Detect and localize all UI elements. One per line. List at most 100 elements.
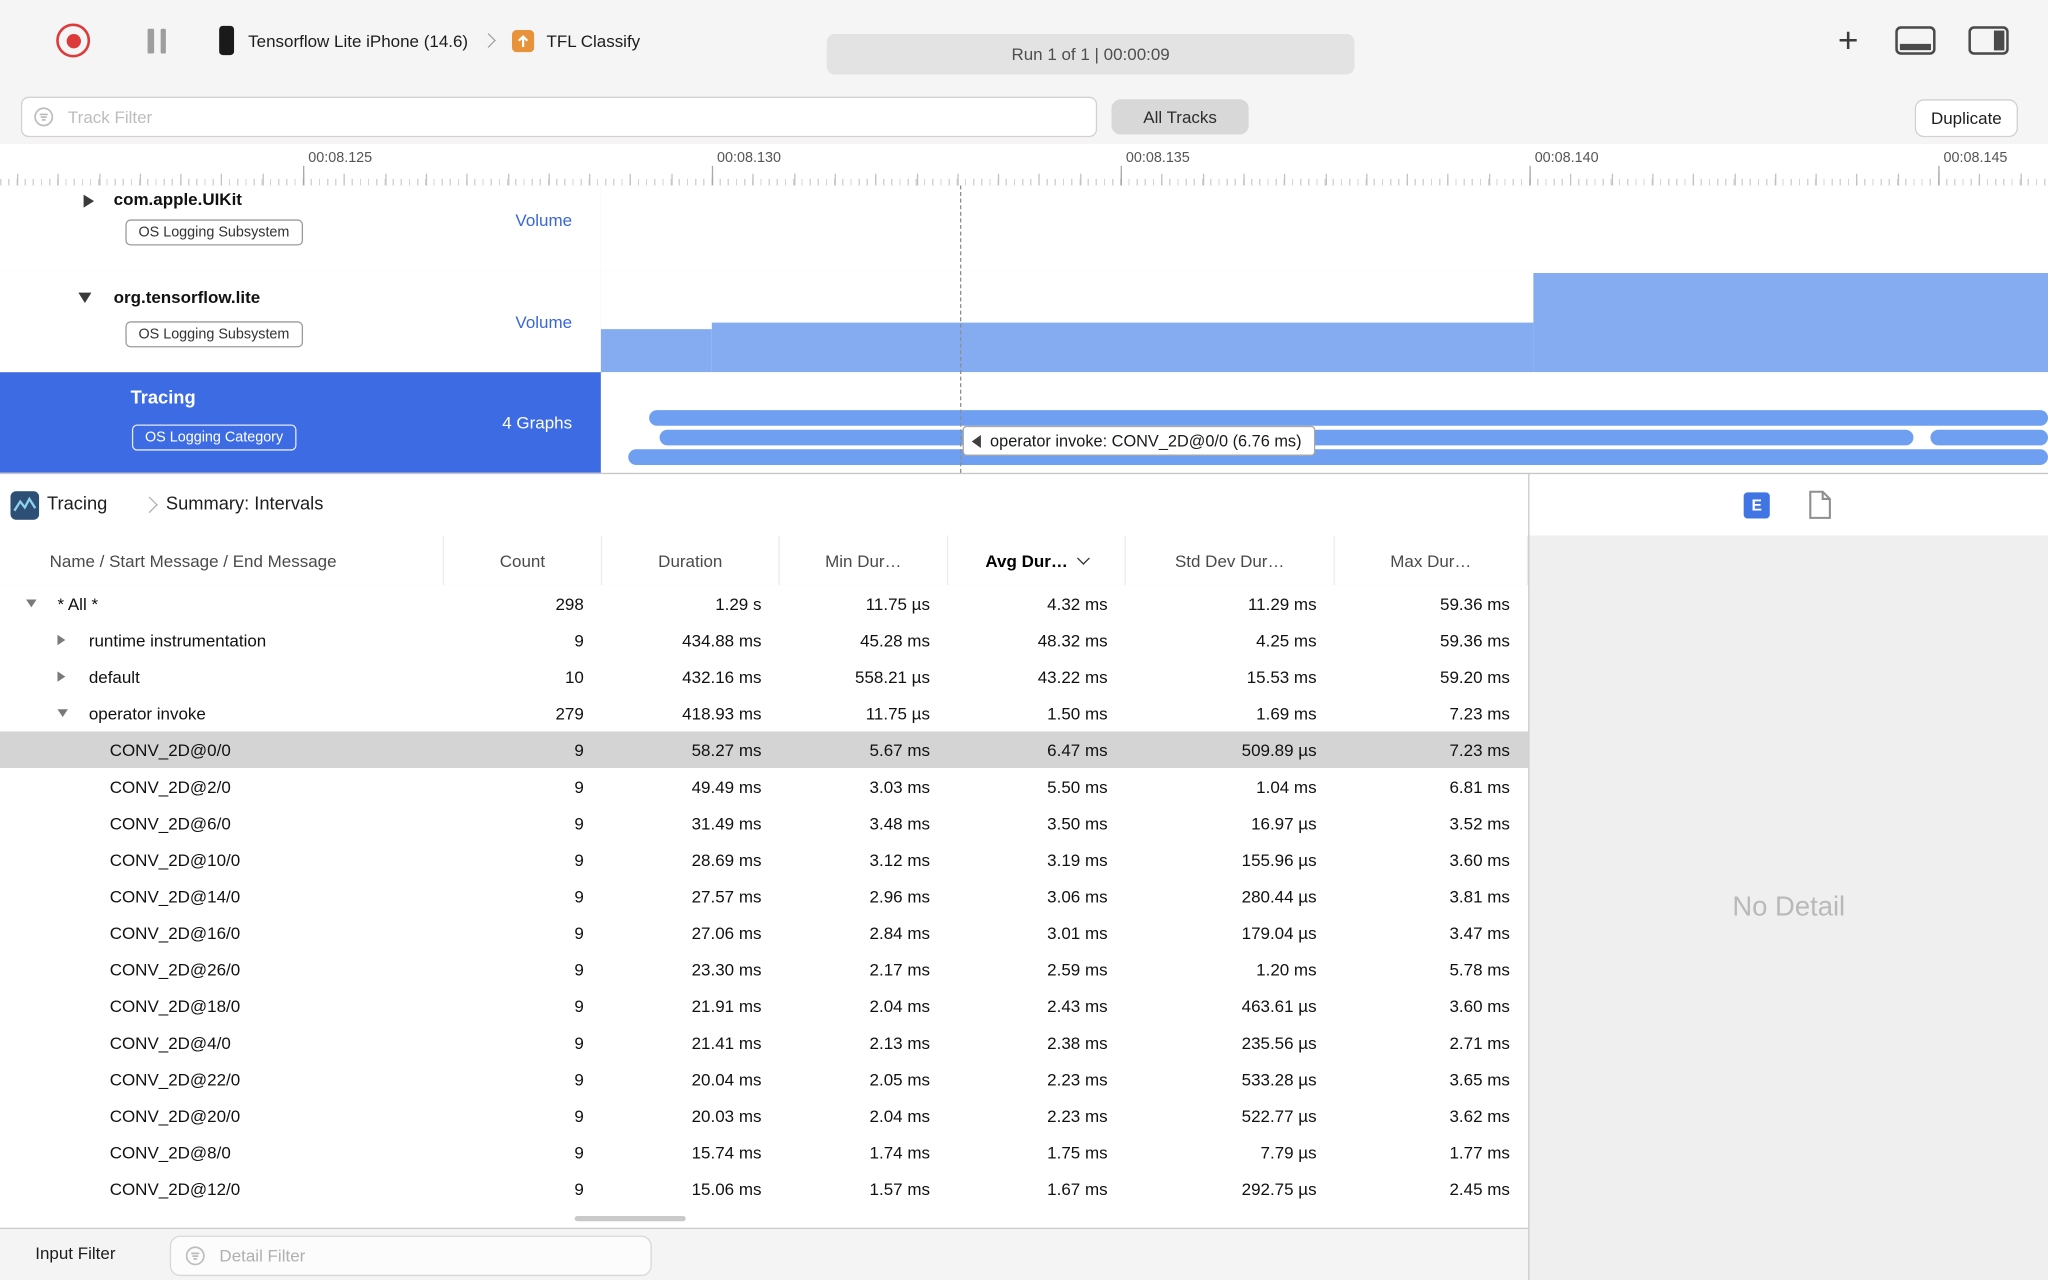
row-name-label: CONV_2D@4/0	[109, 1032, 231, 1053]
track-header-selected[interactable]: Tracing OS Logging Category 4 Graphs	[0, 372, 603, 473]
column-header-label: Count	[499, 550, 546, 571]
track-header[interactable]: com.apple.UIKit OS Logging Subsystem Vol…	[0, 185, 603, 272]
cell-count: 9	[574, 776, 584, 797]
column-header-duration[interactable]: Duration	[602, 535, 780, 586]
duplicate-button[interactable]: Duplicate	[1914, 99, 2018, 138]
track-filter-input[interactable]	[65, 105, 1096, 128]
track-row-tensorflow[interactable]: org.tensorflow.lite OS Logging Subsystem…	[0, 270, 2048, 374]
detail-filter-input[interactable]	[216, 1244, 651, 1267]
column-header-count[interactable]: Count	[444, 535, 603, 586]
volume-bar-segment	[600, 329, 712, 373]
disclosure-triangle[interactable]	[57, 634, 66, 646]
column-header-min[interactable]: Min Dur…	[780, 535, 949, 586]
cell-duration: 15.74 ms	[691, 1142, 762, 1162]
pause-button[interactable]	[147, 28, 166, 53]
column-header-avg[interactable]: Avg Dur…	[948, 535, 1126, 586]
table-row[interactable]: CONV_2D@22/0 9 20.04 ms 2.05 ms 2.23 ms 533.2…	[0, 1061, 1528, 1098]
table-row[interactable]: CONV_2D@18/0 9 21.91 ms 2.04 ms 2.43 ms 463.6…	[0, 987, 1528, 1024]
toggle-right-pane-button[interactable]	[1968, 26, 2009, 55]
row-name-label: operator invoke	[88, 703, 206, 723]
device-selector[interactable]: Tensorflow Lite iPhone (14.6)	[248, 31, 468, 51]
playhead-line[interactable]	[959, 185, 962, 473]
disclosure-box[interactable]	[26, 599, 47, 608]
table-row[interactable]: CONV_2D@6/0 9 31.49 ms 3.48 ms 3.50 ms 16.97 …	[0, 805, 1528, 842]
table-row[interactable]: CONV_2D@2/0 9 49.49 ms 3.03 ms 5.50 ms 1.04 m…	[0, 768, 1528, 805]
ruler-major-tick	[711, 165, 714, 186]
track-graph-intervals[interactable]	[600, 372, 2048, 473]
cell-std: 7.79 µs	[1260, 1142, 1317, 1162]
record-button[interactable]	[56, 23, 91, 58]
table-row[interactable]: operator invoke 279 418.93 ms 11.75 µs 1.50 …	[0, 695, 1528, 732]
ruler-tick	[752, 173, 755, 186]
table-row[interactable]: CONV_2D@16/0 9 27.06 ms 2.84 ms 3.01 ms 179.0…	[0, 914, 1528, 951]
table-row[interactable]: CONV_2D@8/0 9 15.74 ms 1.74 ms 1.75 ms 7.79 µ…	[0, 1134, 1528, 1171]
track-filter-field[interactable]	[20, 96, 1098, 138]
disclosure-triangle[interactable]	[26, 599, 37, 608]
track-graph-uikit[interactable]	[600, 185, 2048, 272]
time-ruler[interactable]: 00:08.125 00:08.130 00:08.135 00:08.140 00:0…	[0, 143, 2048, 187]
cell-duration: 20.03 ms	[691, 1105, 762, 1126]
table-row[interactable]: CONV_2D@12/0 9 15.06 ms 1.57 ms 1.67 ms 292.7…	[0, 1170, 1528, 1207]
table-row[interactable]: CONV_2D@4/0 9 21.41 ms 2.13 ms 2.38 ms 235.56…	[0, 1024, 1528, 1061]
disclosure-box[interactable]	[57, 671, 78, 682]
row-name-label: CONV_2D@18/0	[109, 995, 241, 1016]
cell-name: operator invoke	[0, 695, 444, 732]
cell-avg: 1.75 ms	[1047, 1142, 1108, 1162]
table-row[interactable]: runtime instrumentation 9 434.88 ms 45.28 m…	[0, 622, 1528, 659]
cell-duration: 418.93 ms	[682, 703, 762, 723]
disclosure-triangle[interactable]	[57, 709, 68, 718]
cell-count: 9	[574, 1032, 584, 1053]
document-inspector-button[interactable]	[1808, 490, 1833, 520]
cell-max: 3.52 ms	[1449, 813, 1510, 833]
column-header-label: Min Dur…	[825, 550, 902, 571]
disclosure-box[interactable]	[57, 634, 78, 646]
volume-bar-segment	[711, 322, 1534, 373]
disclosure-box[interactable]	[57, 709, 78, 718]
cell-avg: 4.32 ms	[1047, 593, 1108, 614]
row-name-label: CONV_2D@0/0	[109, 739, 231, 760]
right-pane-icon	[1968, 26, 2009, 55]
ruler-major-tick	[1529, 165, 1531, 186]
cell-count: 10	[564, 666, 584, 687]
cell-max: 59.20 ms	[1440, 666, 1510, 687]
all-tracks-button[interactable]: All Tracks	[1111, 99, 1249, 135]
pause-bar-icon	[147, 28, 154, 53]
expanded-detail-button[interactable]: E	[1743, 492, 1770, 519]
toggle-bottom-pane-button[interactable]	[1895, 26, 1936, 55]
breadcrumb-view[interactable]: Summary: Intervals	[166, 492, 324, 513]
track-row-uikit[interactable]: com.apple.UIKit OS Logging Subsystem Vol…	[0, 185, 2048, 272]
column-header-max[interactable]: Max Dur…	[1335, 535, 1529, 586]
table-row[interactable]: * All * 298 1.29 s 11.75 µs 4.32 ms 11.29 ms 5…	[0, 585, 1528, 622]
table-row[interactable]: CONV_2D@20/0 9 20.03 ms 2.04 ms 2.23 ms 522.7…	[0, 1097, 1528, 1134]
table-row[interactable]: CONV_2D@26/0 9 23.30 ms 2.17 ms 2.59 ms 1.20 …	[0, 951, 1528, 988]
column-header-name[interactable]: Name / Start Message / End Message	[0, 535, 445, 586]
track-header[interactable]: org.tensorflow.lite OS Logging Subsystem…	[0, 270, 603, 374]
interval-bar	[628, 449, 2048, 465]
iphone-device-icon	[218, 25, 235, 56]
cell-max: 3.47 ms	[1449, 922, 1510, 943]
cell-max: 2.71 ms	[1449, 1032, 1510, 1053]
add-instrument-button[interactable]: +	[1829, 20, 1868, 62]
disclosure-triangle[interactable]	[83, 194, 95, 208]
cell-name: CONV_2D@16/0	[0, 914, 444, 951]
pane-split-divider[interactable]	[1528, 472, 1530, 1280]
cell-min: 2.13 ms	[869, 1032, 930, 1053]
detail-filter-field[interactable]	[169, 1235, 652, 1277]
column-header-std[interactable]: Std Dev Dur…	[1126, 535, 1335, 586]
table-row[interactable]: CONV_2D@0/0 9 58.27 ms 5.67 ms 6.47 ms 509.89…	[0, 731, 1529, 768]
cell-min: 2.84 ms	[869, 922, 930, 943]
disclosure-triangle[interactable]	[78, 292, 92, 304]
toolbar: Tensorflow Lite iPhone (14.6) TFL Classi…	[0, 0, 2048, 81]
table-row[interactable]: CONV_2D@14/0 9 27.57 ms 2.96 ms 3.06 ms 280.4…	[0, 878, 1528, 915]
toolbar-left-group: Tensorflow Lite iPhone (14.6) TFL Classi…	[0, 0, 640, 81]
horizontal-scrollbar[interactable]	[574, 1215, 686, 1222]
table-row[interactable]: CONV_2D@10/0 9 28.69 ms 3.12 ms 3.19 ms 155.9…	[0, 841, 1528, 878]
table-row[interactable]: default 10 432.16 ms 558.21 µs 43.22 ms 15.53…	[0, 658, 1528, 695]
target-selector[interactable]: TFL Classify	[546, 31, 640, 51]
track-graph-volume[interactable]	[600, 270, 2048, 374]
breadcrumb-instrument[interactable]: Tracing	[47, 492, 107, 513]
intervals-table: * All * 298 1.29 s 11.75 µs 4.32 ms 11.29 ms 5…	[0, 585, 1529, 1218]
ruler-time-label: 00:08.145	[1943, 150, 2008, 166]
disclosure-triangle[interactable]	[57, 671, 66, 682]
track-row-tracing[interactable]: Tracing OS Logging Category 4 Graphs	[0, 372, 2048, 473]
